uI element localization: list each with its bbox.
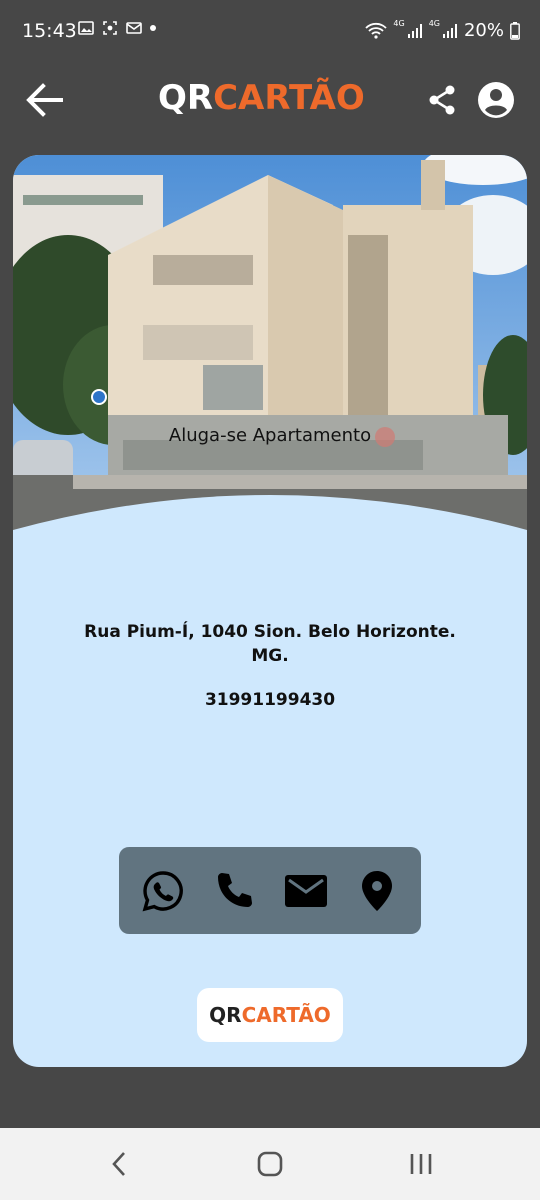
whatsapp-icon: [142, 870, 183, 911]
more-notifications-dot: [150, 25, 156, 31]
account-button[interactable]: [474, 78, 518, 122]
app-header: QRCARTÃO: [0, 60, 540, 140]
email-button[interactable]: [280, 865, 332, 917]
battery-icon: [510, 21, 520, 40]
battery-percent: 20%: [463, 20, 504, 41]
footer-logo-cartao: CARTÃO: [241, 1003, 331, 1027]
status-bar: 15:43 4G 4G 20%: [0, 0, 540, 60]
nav-back-icon: [112, 1152, 125, 1176]
call-button[interactable]: [208, 865, 260, 917]
status-time: 15:43: [22, 20, 77, 42]
signal-icon-1: [407, 23, 422, 38]
network-type-2: 4G: [428, 19, 440, 28]
location-button[interactable]: [351, 865, 403, 917]
status-notification-icons: [78, 20, 156, 36]
nav-recents-button[interactable]: [396, 1144, 446, 1184]
address-text: Rua Pium-Í, 1040 Sion. Belo Horizonte. M…: [84, 622, 456, 666]
mail-notification-icon: [126, 22, 142, 34]
share-icon: [429, 85, 455, 115]
network-type-1: 4G: [393, 19, 405, 28]
account-circle-icon: [478, 82, 514, 118]
location-pin-icon: [362, 870, 393, 911]
screenshot-icon: [103, 21, 117, 35]
whatsapp-button[interactable]: [137, 865, 189, 917]
brand-logo: QRCARTÃO: [158, 78, 365, 118]
wifi-icon: [365, 22, 388, 39]
nav-back-button[interactable]: [94, 1144, 144, 1184]
cover-caption: Aluga-se Apartamento: [168, 425, 372, 446]
system-navigation-bar: [0, 1128, 540, 1200]
logo-cartao-text: CARTÃO: [213, 78, 365, 118]
nav-recents-icon: [410, 1154, 432, 1174]
share-button[interactable]: [422, 80, 462, 120]
phone-number: 31991199430: [204, 690, 336, 710]
back-arrow-icon: [26, 83, 63, 117]
business-card: Aluga-se Apartamento Rua Pium-Í, 1040 Si…: [13, 155, 527, 1067]
status-system-icons: 4G 4G 20%: [365, 19, 520, 41]
gallery-icon: [78, 21, 94, 35]
signal-icon-2: [442, 23, 457, 38]
logo-qr-text: QR: [158, 78, 214, 118]
footer-brand-badge[interactable]: QR CARTÃO: [197, 988, 343, 1042]
footer-logo-qr: QR: [209, 1003, 242, 1027]
email-icon: [284, 874, 327, 907]
nav-home-button[interactable]: [245, 1144, 295, 1184]
nav-home-icon: [257, 1151, 283, 1177]
contact-actions-bar: [119, 847, 421, 934]
back-button[interactable]: [22, 78, 66, 122]
cover-curve: [13, 495, 527, 555]
phone-icon: [218, 872, 253, 907]
